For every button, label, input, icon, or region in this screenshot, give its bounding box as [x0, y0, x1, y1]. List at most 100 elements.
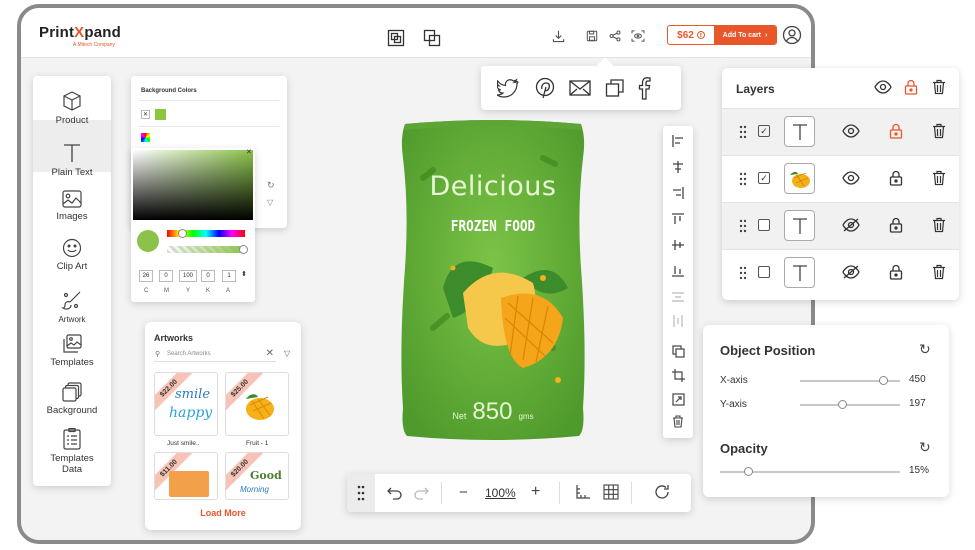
eye-icon[interactable] — [842, 171, 860, 190]
search-input[interactable]: Search Artworks — [167, 351, 211, 357]
y-input[interactable]: 100 — [179, 270, 197, 282]
unlock-icon[interactable] — [889, 170, 903, 191]
distribute-v-icon[interactable] — [669, 312, 687, 330]
lock-icon[interactable] — [904, 79, 918, 100]
color-wheel-icon[interactable] — [141, 133, 150, 142]
trash-icon[interactable] — [932, 217, 946, 238]
sidebar-item-product[interactable]: Product — [33, 90, 111, 126]
align-bottom-icon[interactable] — [669, 262, 687, 280]
y-axis-knob[interactable] — [838, 400, 847, 409]
layer-row[interactable]: ✓ — [722, 108, 959, 155]
mail-icon[interactable] — [569, 80, 591, 96]
drag-handle-icon[interactable] — [739, 172, 747, 191]
y-axis-slider[interactable] — [800, 404, 900, 406]
layer-checkbox[interactable] — [758, 219, 770, 231]
sidebar-item-background[interactable]: Background — [33, 382, 111, 416]
eye-off-icon[interactable] — [842, 265, 860, 284]
align-middle-v-icon[interactable] — [669, 236, 687, 254]
crop-icon[interactable] — [669, 366, 687, 384]
sidebar-item-clip-art[interactable]: Clip Art — [33, 238, 111, 272]
resize-icon[interactable] — [669, 390, 687, 408]
layer-checkbox[interactable]: ✓ — [758, 172, 770, 184]
x-axis-knob[interactable] — [879, 376, 888, 385]
pinterest-icon[interactable] — [535, 77, 555, 99]
drag-handle-icon[interactable] — [739, 219, 747, 238]
layer-checkbox[interactable] — [758, 266, 770, 278]
zoom-level[interactable]: 100% — [485, 486, 516, 500]
ungroup-icon[interactable] — [421, 27, 443, 49]
grid-icon[interactable] — [603, 484, 619, 505]
layer-row[interactable]: ✓ — [722, 155, 959, 202]
align-center-h-icon[interactable] — [669, 158, 687, 176]
hue-knob[interactable] — [178, 229, 187, 238]
eye-icon[interactable] — [842, 124, 860, 143]
trash-icon[interactable] — [932, 264, 946, 285]
a-input[interactable]: 1 — [222, 270, 236, 282]
trash-icon[interactable] — [669, 412, 687, 430]
redo-icon[interactable] — [413, 484, 429, 505]
download-icon[interactable] — [547, 25, 569, 47]
info-icon[interactable]: i — [696, 31, 705, 39]
copy-icon[interactable] — [605, 78, 625, 98]
alpha-slider[interactable] — [167, 246, 245, 253]
facebook-icon[interactable] — [637, 76, 651, 100]
reset-icon[interactable] — [653, 483, 671, 506]
artwork-card[interactable]: $20.00 Good Morning — [225, 452, 289, 500]
close-swatch-icon[interactable]: ✕ — [141, 110, 150, 119]
eye-icon[interactable] — [874, 80, 892, 99]
artwork-card[interactable]: $22.00 smile happy — [154, 372, 218, 436]
artwork-card[interactable]: $11.00 — [154, 452, 218, 500]
user-avatar-icon[interactable] — [781, 24, 803, 46]
reset-icon[interactable]: ↻ — [919, 439, 931, 456]
twitter-icon[interactable] — [497, 78, 519, 98]
brand-logo[interactable]: PrintXpand — [39, 24, 121, 41]
eye-off-icon[interactable] — [842, 218, 860, 237]
unlock-icon[interactable] — [889, 217, 903, 238]
sidebar-item-templates-data[interactable]: Templates Data — [33, 428, 111, 475]
drag-handle-icon[interactable] — [347, 474, 375, 512]
artwork-card[interactable]: $25.00 — [225, 372, 289, 436]
load-more-button[interactable]: Load More — [145, 508, 301, 518]
sidebar-item-templates[interactable]: Templates — [33, 334, 111, 368]
stepper-icon[interactable]: ⬍ — [241, 270, 247, 278]
layer-row[interactable] — [722, 249, 959, 296]
save-icon[interactable] — [581, 25, 603, 47]
ruler-icon[interactable] — [575, 484, 591, 505]
layer-row[interactable] — [722, 202, 959, 249]
search-field[interactable]: ⚲ Search Artworks ✕ — [154, 348, 276, 362]
drag-handle-icon[interactable] — [739, 125, 747, 144]
distribute-h-icon[interactable] — [669, 288, 687, 306]
refresh-icon[interactable]: ↻ — [267, 180, 275, 191]
reset-icon[interactable]: ↻ — [919, 341, 931, 358]
zoom-in-icon[interactable]: + — [531, 483, 540, 501]
alpha-knob[interactable] — [239, 245, 248, 254]
unlock-icon[interactable] — [889, 264, 903, 285]
lock-icon[interactable] — [889, 123, 903, 144]
m-input[interactable]: 0 — [159, 270, 173, 282]
opacity-knob[interactable] — [744, 467, 753, 476]
filter-icon[interactable]: ▽ — [267, 198, 273, 207]
preview-icon[interactable] — [627, 25, 649, 47]
trash-icon[interactable] — [932, 79, 946, 100]
saturation-area[interactable] — [133, 150, 253, 220]
trash-icon[interactable] — [932, 170, 946, 191]
color-swatch[interactable] — [155, 109, 166, 120]
close-icon[interactable]: ✕ — [246, 148, 252, 156]
group-icon[interactable] — [385, 27, 407, 49]
align-top-icon[interactable] — [669, 210, 687, 228]
c-input[interactable]: 26 — [139, 270, 153, 282]
filter-icon[interactable]: ▽ — [284, 349, 290, 358]
clear-icon[interactable]: ✕ — [266, 348, 274, 359]
k-input[interactable]: 0 — [201, 270, 215, 282]
share-icon[interactable] — [604, 25, 626, 47]
sidebar-item-artwork[interactable]: Artwork — [33, 290, 111, 324]
product-pouch[interactable] — [393, 118, 593, 443]
trash-icon[interactable] — [932, 123, 946, 144]
layer-checkbox[interactable]: ✓ — [758, 125, 770, 137]
zoom-out-icon[interactable]: − — [459, 484, 468, 501]
sidebar-item-images[interactable]: Images — [33, 190, 111, 222]
add-to-cart-button[interactable]: Add To cart › — [714, 26, 776, 44]
align-right-icon[interactable] — [669, 184, 687, 202]
undo-icon[interactable] — [387, 484, 403, 505]
duplicate-icon[interactable] — [669, 342, 687, 360]
